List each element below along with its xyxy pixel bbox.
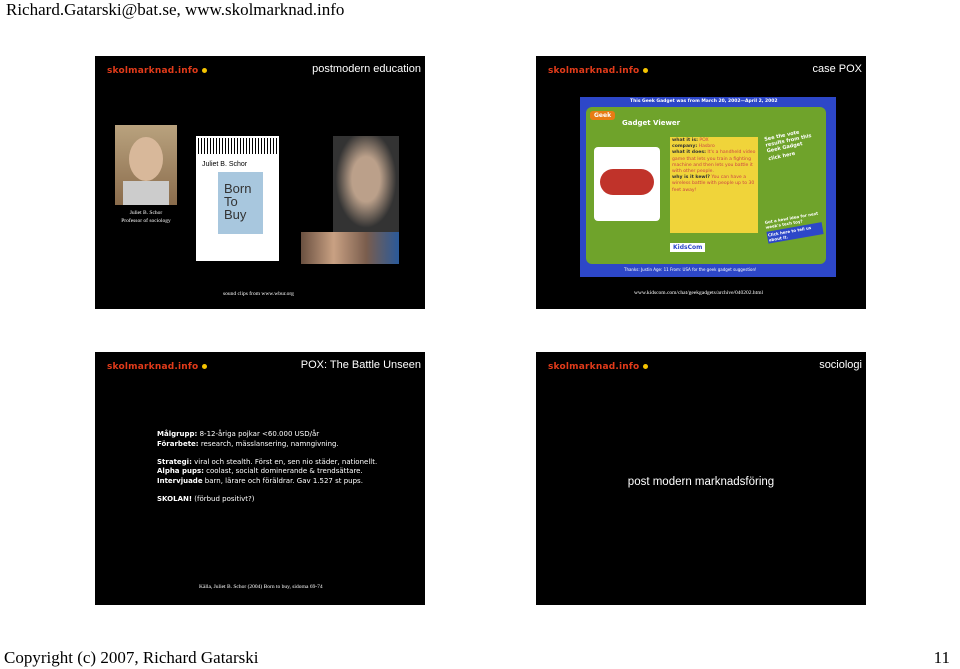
gamepad-icon xyxy=(600,169,654,195)
line-intervjuade: Intervjuade barn, lärare och föräldrar. … xyxy=(157,477,363,486)
page-number: 11 xyxy=(933,648,950,667)
slide-logo: skolmarknad.info xyxy=(548,362,648,372)
pox-device-image xyxy=(594,147,660,221)
barcode-icon xyxy=(198,138,277,154)
slide-sociologi: skolmarknad.info sociologi post modern m… xyxy=(536,352,866,605)
book-bag: Born To Buy xyxy=(218,172,263,234)
crouching-figure-photo xyxy=(333,136,399,232)
slide-title: sociologi xyxy=(819,359,862,371)
line-alpha-pups: Alpha pups: coolast, socialt dominerande… xyxy=(157,467,363,476)
slide-title: POX: The Battle Unseen xyxy=(300,359,421,371)
book-author: Juliet B. Schor xyxy=(202,161,248,168)
kidscom-page-screenshot: This Geek Gadget was from March 20, 2002… xyxy=(580,97,836,277)
slide-logo: skolmarknad.info xyxy=(107,66,207,76)
book-title: Born To Buy xyxy=(224,181,252,222)
faces-photo xyxy=(301,232,399,264)
line-skolan: SKOLAN! (förbud positivt?) xyxy=(157,494,255,503)
slide-source: sound clips from www.wbur.org xyxy=(223,291,294,297)
line-malgrupp: Målgrupp: 8-12-åriga pojkar <60.000 USD/… xyxy=(157,430,320,438)
slide-source: www.kidscom.com/chat/geekgadgets/archive… xyxy=(634,290,764,296)
line-forarbete: Förarbete: research, mässlansering, namn… xyxy=(157,439,339,448)
caption-name: Juliet B. Schor xyxy=(129,210,163,216)
thanks-line: Thanks: Justin Age: 11 From: USA for the… xyxy=(624,267,757,272)
slide-case-pox: skolmarknad.info case POX This Geek Gadg… xyxy=(536,56,866,309)
geek-tab: Geek xyxy=(590,111,616,120)
slide-title: case POX xyxy=(812,63,862,75)
slide-pox-battle-unseen: skolmarknad.info POX: The Battle Unseen … xyxy=(95,352,425,605)
slide-postmodern-education: skolmarknad.info postmodern education Ju… xyxy=(95,56,425,309)
slide-source: Källa, Juliet B. Schor (2004) Born to bu… xyxy=(199,584,323,590)
screenshot-header: This Geek Gadget was from March 20, 2002… xyxy=(630,99,778,104)
info-text: what it is: POX company: Hasbro what it … xyxy=(672,138,756,193)
slide-logo: skolmarknad.info xyxy=(107,362,207,372)
slide-logo: skolmarknad.info xyxy=(548,66,648,76)
book-cover: Juliet B. Schor Born To Buy xyxy=(196,136,279,261)
kidscom-logo: KidsCom xyxy=(670,243,706,252)
slide-body: Målgrupp: 8-12-åriga pojkar <60.000 USD/… xyxy=(157,430,407,505)
gadget-viewer-title: Gadget Viewer xyxy=(622,119,681,127)
page-header: Richard.Gatarski@bat.se, www.skolmarknad… xyxy=(6,0,345,19)
page-footer-copyright: Copyright (c) 2007, Richard Gatarski xyxy=(4,648,259,667)
caption-role: Professor of sociology xyxy=(121,218,171,224)
schor-portrait xyxy=(115,125,177,205)
slide-body: post modern marknadsföring xyxy=(627,476,775,488)
slide-title: postmodern education xyxy=(312,63,421,75)
line-strategi: Strategi: viral och stealth. Först en, s… xyxy=(157,457,378,466)
